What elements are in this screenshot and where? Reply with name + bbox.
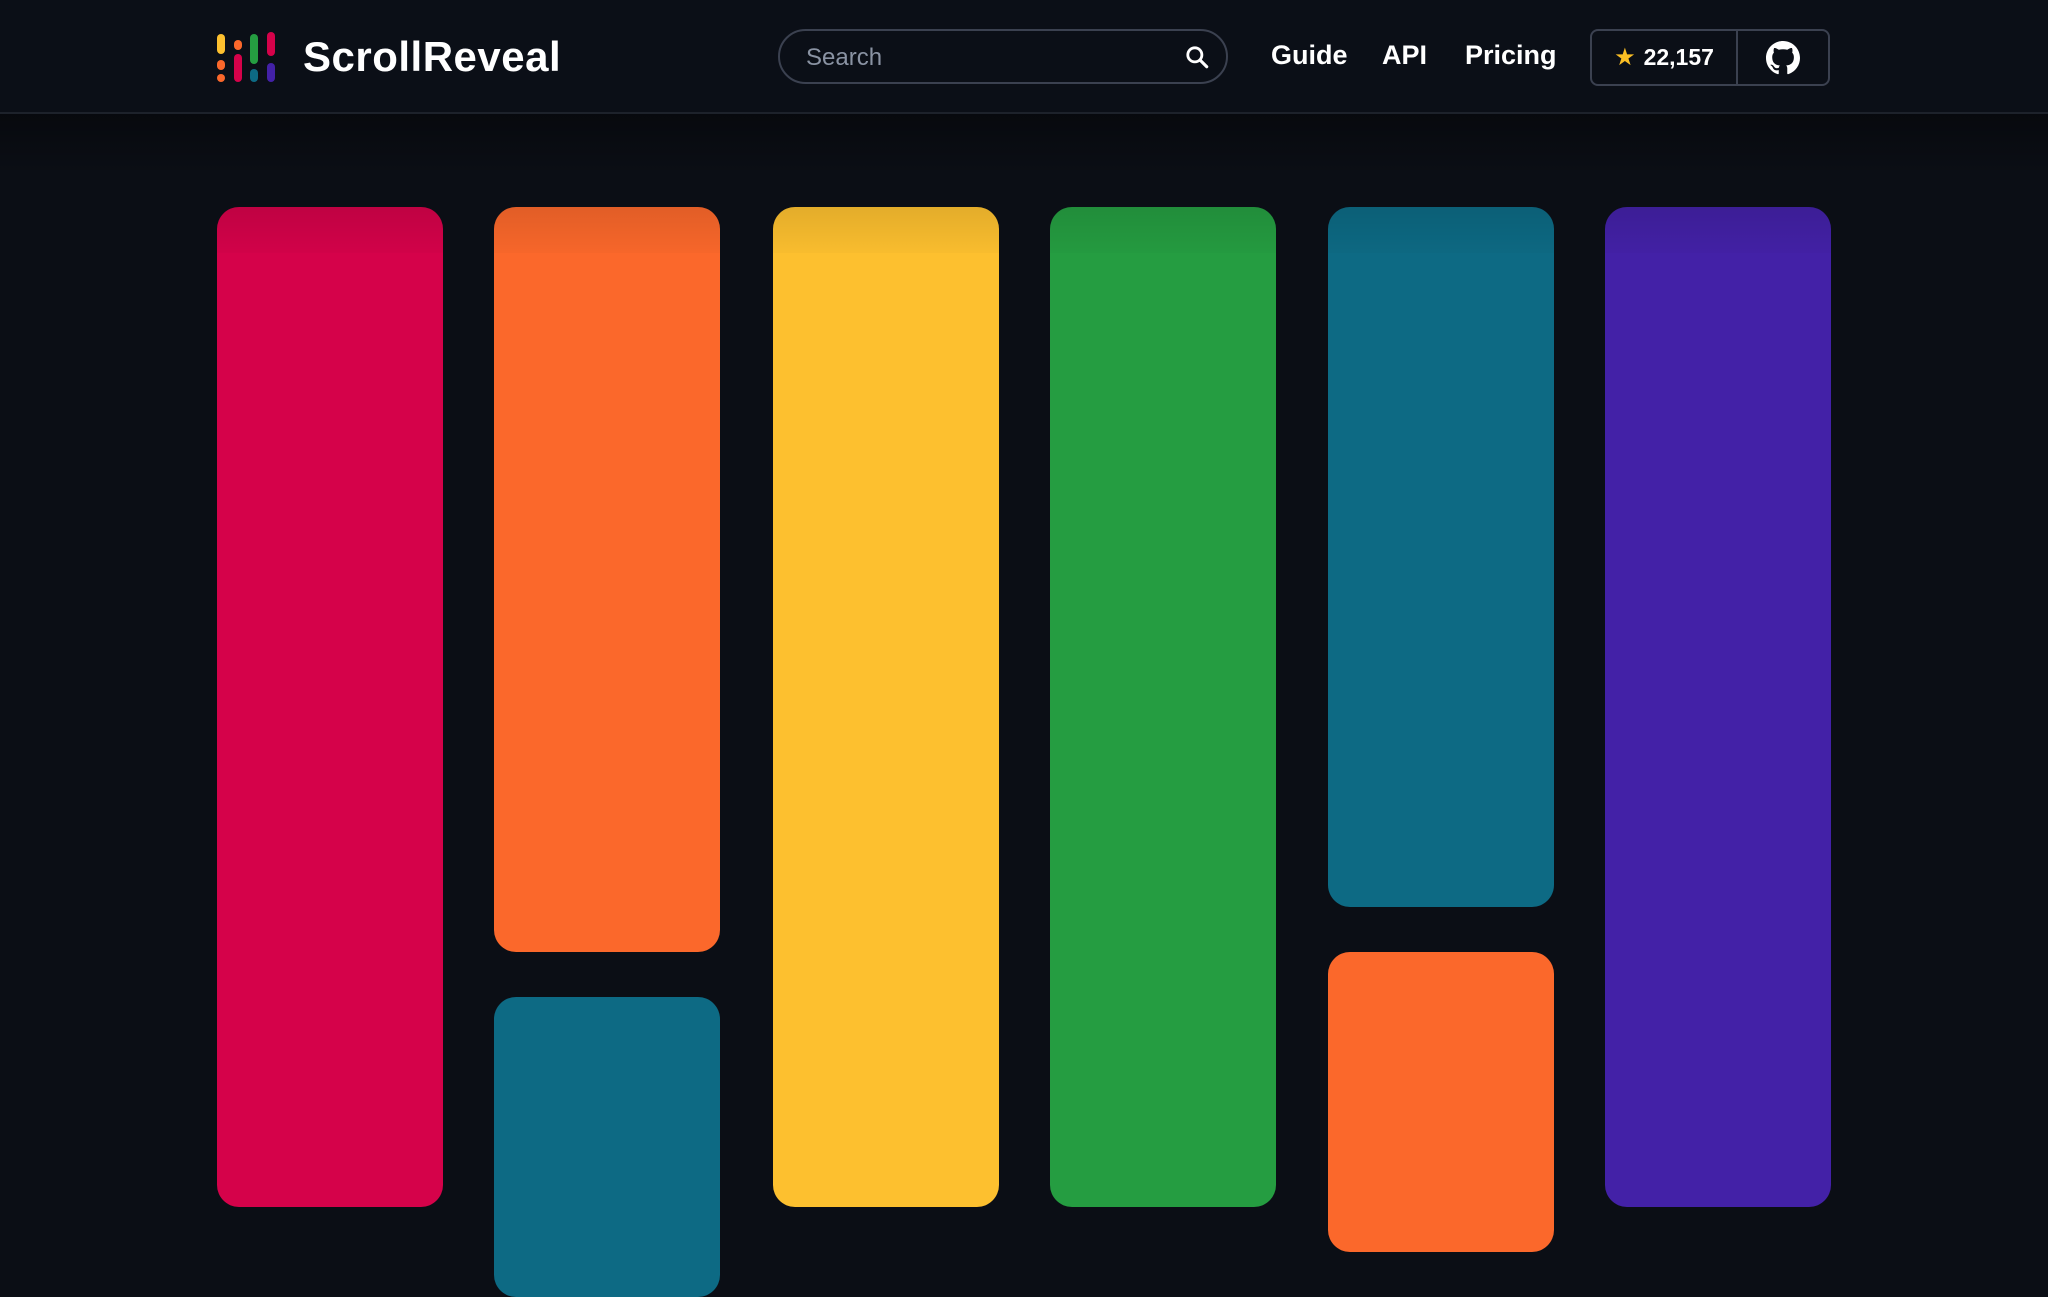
nav-pricing[interactable]: Pricing <box>1465 36 1557 74</box>
logo-link[interactable]: ScrollReveal <box>217 30 561 84</box>
reveal-block-purple <box>1605 207 1831 1207</box>
search-icon[interactable] <box>1184 44 1210 70</box>
github-link-button[interactable] <box>1738 31 1828 84</box>
logo-icon <box>217 32 277 82</box>
reveal-block-green <box>1050 207 1276 1207</box>
github-star-button[interactable]: ★ 22,157 <box>1592 31 1738 84</box>
nav-api[interactable]: API <box>1382 36 1427 74</box>
reveal-block-teal <box>1328 207 1554 907</box>
star-icon: ★ <box>1614 44 1636 71</box>
nav-guide[interactable]: Guide <box>1271 36 1348 74</box>
header-shadow <box>0 114 2048 174</box>
reveal-block-teal <box>494 997 720 1297</box>
site-header: ScrollReveal Guide API Pricing ★ 22,157 <box>0 0 2048 114</box>
search-input[interactable] <box>804 31 1168 84</box>
github-icon <box>1766 40 1800 74</box>
star-count: 22,157 <box>1643 44 1714 70</box>
reveal-block-orange <box>494 207 720 952</box>
github-buttons: ★ 22,157 <box>1590 29 1830 86</box>
reveal-block-yellow <box>773 207 999 1207</box>
reveal-block-orange <box>1328 952 1554 1252</box>
brand-name: ScrollReveal <box>303 33 562 80</box>
reveal-block-crimson <box>217 207 443 1207</box>
search-box[interactable] <box>778 29 1228 84</box>
